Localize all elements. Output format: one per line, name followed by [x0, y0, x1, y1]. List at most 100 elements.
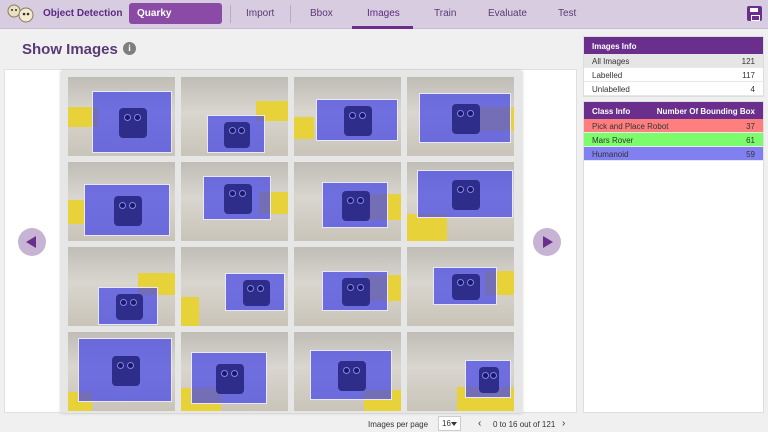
class-row-pick-and-place-robot[interactable]: Pick and Place Robot 37	[584, 119, 763, 133]
robot-eye	[238, 127, 246, 134]
project-name-button[interactable]: Quarky	[129, 3, 222, 24]
info-row-all-images[interactable]: All Images 121	[584, 54, 763, 68]
robot-eye	[221, 370, 229, 377]
bounding-box[interactable]	[225, 273, 285, 311]
class-info-title: Class Info	[592, 107, 631, 116]
save-icon[interactable]	[747, 6, 762, 21]
robot-figure	[452, 104, 480, 134]
bounding-box[interactable]	[322, 182, 388, 228]
bounding-box[interactable]	[92, 91, 172, 153]
robot-figure	[216, 364, 244, 394]
class-info-card: Class Info Number Of Bounding Box Pick a…	[583, 101, 764, 413]
bounding-box[interactable]	[419, 93, 511, 143]
robot-eye	[347, 283, 355, 291]
items-per-page-label: Images per page	[368, 420, 429, 429]
image-grid	[61, 71, 522, 413]
robot-figure	[112, 356, 140, 386]
bounding-box[interactable]	[433, 267, 497, 305]
divider	[290, 5, 291, 23]
image-thumbnail[interactable]	[68, 77, 175, 156]
tab-evaluate[interactable]: Evaluate	[488, 8, 527, 19]
robot-eye	[359, 112, 367, 120]
robot-figure	[342, 191, 370, 221]
image-thumbnail[interactable]	[407, 77, 514, 156]
image-thumbnail[interactable]	[407, 162, 514, 241]
page-title: Show Images	[22, 41, 118, 58]
robot-figure	[338, 361, 366, 391]
tab-test[interactable]: Test	[558, 8, 576, 19]
robot-eye	[343, 367, 351, 374]
bounding-box[interactable]	[84, 184, 170, 236]
tab-bbox[interactable]: Bbox	[310, 8, 333, 19]
bounding-box[interactable]	[203, 176, 271, 220]
robot-eye	[228, 127, 236, 134]
images-info-header: Images Info	[584, 37, 763, 54]
items-per-page-value: 16	[442, 419, 451, 428]
image-thumbnail[interactable]	[407, 332, 514, 411]
next-page-icon[interactable]: ›	[562, 418, 565, 429]
divider	[230, 5, 231, 23]
info-icon[interactable]: i	[123, 42, 136, 55]
row-value: 4	[750, 85, 755, 94]
bounding-box[interactable]	[316, 99, 398, 141]
info-row-unlabelled[interactable]: Unlabelled 4	[584, 82, 763, 96]
image-thumbnail[interactable]	[294, 77, 401, 156]
bounding-box[interactable]	[310, 350, 392, 400]
image-thumbnail[interactable]	[181, 77, 288, 156]
class-info-header: Class Info Number Of Bounding Box	[584, 102, 763, 119]
row-value: 61	[746, 136, 755, 145]
tab-images[interactable]: Images	[367, 8, 400, 19]
robot-eye	[353, 367, 361, 374]
arrow-left-icon[interactable]	[18, 228, 46, 256]
robot-eye	[457, 279, 465, 286]
robot-figure	[114, 196, 142, 226]
robot-eye	[130, 299, 138, 306]
bounding-box[interactable]	[322, 271, 388, 311]
page-range-text: 0 to 16 out of 121	[493, 420, 556, 429]
image-thumbnail[interactable]	[181, 162, 288, 241]
image-thumbnail[interactable]	[68, 162, 175, 241]
bbox-count-header: Number Of Bounding Box	[656, 107, 755, 116]
image-thumbnail[interactable]	[294, 247, 401, 326]
bounding-box[interactable]	[465, 360, 511, 398]
row-value: 121	[741, 57, 755, 66]
row-label: Labelled	[592, 71, 623, 80]
image-thumbnail[interactable]	[68, 332, 175, 411]
class-row-humanoid[interactable]: Humanoid 59	[584, 147, 763, 161]
bounding-box[interactable]	[207, 115, 265, 153]
items-per-page-select[interactable]: 16	[438, 416, 461, 431]
robot-figure	[115, 293, 143, 321]
image-thumbnail[interactable]	[294, 162, 401, 241]
robot-figure	[119, 108, 147, 138]
bounding-box[interactable]	[191, 352, 267, 404]
robot-figure	[223, 121, 251, 149]
robot-eye	[467, 279, 475, 286]
row-label: Unlabelled	[592, 85, 630, 94]
image-thumbnail[interactable]	[68, 247, 175, 326]
bounding-box[interactable]	[78, 338, 172, 402]
arrow-right-icon[interactable]	[533, 228, 561, 256]
image-thumbnail[interactable]	[294, 332, 401, 411]
previous-page-icon[interactable]: ‹	[478, 418, 481, 429]
robot-eye	[229, 190, 237, 197]
robot-eye	[357, 197, 365, 204]
info-row-labelled[interactable]: Labelled 117	[584, 68, 763, 82]
robot-figure	[242, 279, 270, 307]
image-thumbnail[interactable]	[181, 247, 288, 326]
bounding-box[interactable]	[417, 170, 513, 218]
tab-import[interactable]: Import	[246, 8, 274, 19]
robot-eye	[467, 186, 475, 193]
tab-train[interactable]: Train	[434, 8, 456, 19]
background-box	[181, 297, 199, 326]
row-value: 59	[746, 150, 755, 159]
class-row-mars-rover[interactable]: Mars Rover 61	[584, 133, 763, 147]
image-thumbnail[interactable]	[407, 247, 514, 326]
robot-eye	[231, 370, 239, 377]
robot-figure	[452, 180, 480, 210]
chevron-down-icon	[451, 422, 457, 426]
robot-eye	[120, 299, 128, 306]
image-thumbnail[interactable]	[181, 332, 288, 411]
robot-figure	[344, 106, 372, 136]
bounding-box[interactable]	[98, 287, 158, 325]
robot-eye	[119, 202, 127, 209]
